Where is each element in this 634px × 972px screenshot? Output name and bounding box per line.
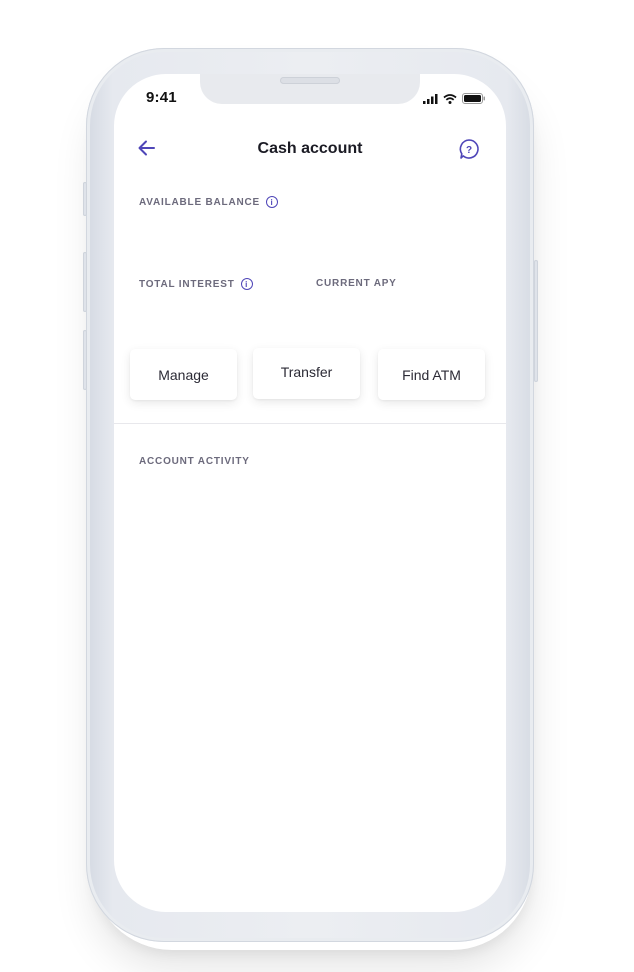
info-icon[interactable]: i [240, 278, 253, 290]
current-apy-text: CURRENT APY [316, 278, 397, 289]
account-activity-label: ACCOUNT ACTIVITY [139, 456, 250, 467]
manage-button[interactable]: Manage [130, 349, 237, 400]
info-glyph: i [245, 279, 249, 289]
section-divider [114, 423, 506, 424]
manage-button-label: Manage [158, 366, 209, 383]
status-icons [423, 93, 486, 104]
speaker [280, 77, 340, 84]
silent-switch [83, 182, 87, 216]
current-apy-label: CURRENT APY [316, 278, 397, 289]
find-atm-button[interactable]: Find ATM [378, 349, 485, 400]
notch [200, 74, 420, 104]
total-interest-label: TOTAL INTEREST i [139, 278, 253, 290]
total-interest-text: TOTAL INTEREST [139, 278, 235, 290]
phone-screen: 9:41 Cash account ? AVAILABLE BALANCE i … [114, 74, 506, 912]
info-glyph: i [270, 197, 274, 207]
find-atm-button-label: Find ATM [402, 366, 461, 383]
available-balance-text: AVAILABLE BALANCE [139, 196, 261, 208]
signal-icon [423, 93, 438, 104]
page-title: Cash account [257, 140, 363, 157]
volume-down-button [83, 330, 87, 390]
status-time: 9:41 [146, 89, 177, 106]
account-activity-text: ACCOUNT ACTIVITY [139, 456, 250, 467]
wifi-icon [443, 93, 457, 104]
question-bubble-icon: ? [459, 139, 479, 159]
available-balance-label: AVAILABLE BALANCE i [139, 196, 279, 208]
help-button[interactable]: ? [458, 138, 480, 160]
transfer-button[interactable]: Transfer [253, 348, 360, 399]
info-icon[interactable]: i [266, 196, 279, 208]
battery-icon [462, 93, 485, 104]
transfer-button-label: Transfer [280, 364, 333, 380]
power-button [534, 260, 538, 382]
volume-up-button [83, 252, 87, 312]
svg-text:?: ? [466, 145, 472, 156]
